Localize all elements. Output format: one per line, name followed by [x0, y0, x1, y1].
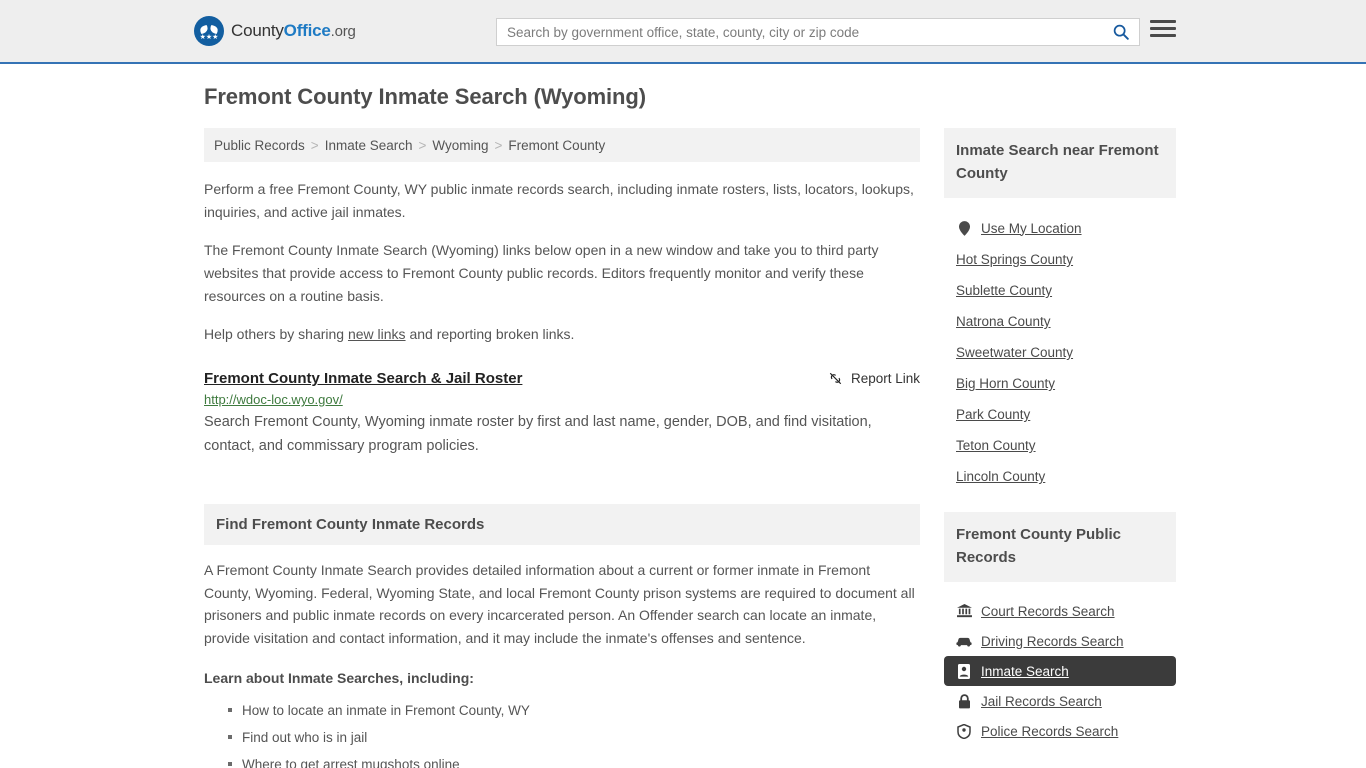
- search-input[interactable]: [497, 19, 1103, 45]
- page-title: Fremont County Inmate Search (Wyoming): [204, 84, 646, 109]
- brand-text: CountyOffice.org: [231, 21, 356, 41]
- report-link-label: Report Link: [850, 371, 920, 387]
- search-button[interactable]: [1103, 19, 1139, 45]
- result-title-link[interactable]: Fremont County Inmate Search & Jail Rost…: [204, 370, 522, 387]
- breadcrumb-separator: >: [494, 137, 503, 153]
- main-column: Public Records > Inmate Search > Wyoming…: [204, 128, 920, 768]
- learn-list: How to locate an inmate in Fremont Count…: [204, 698, 920, 768]
- sidebar-item-hot-springs-county[interactable]: Hot Springs County: [944, 244, 1176, 275]
- intro-paragraph-1: Perform a free Fremont County, WY public…: [204, 181, 914, 220]
- brand-part-county: County: [231, 21, 284, 40]
- intro-paragraph-2: The Fremont County Inmate Search (Wyomin…: [204, 242, 879, 304]
- site-header: ★★★ CountyOffice.org: [0, 0, 1366, 64]
- sidebar-item-label: Sublette County: [956, 283, 1053, 298]
- sidebar-item-label: Jail Records Search: [981, 693, 1102, 709]
- sidebar-nearby-heading: Inmate Search near Fremont County: [944, 128, 1176, 198]
- sidebar-item-sublette-county[interactable]: Sublette County: [944, 275, 1176, 306]
- sidebar-nearby-box: Inmate Search near Fremont County Use My…: [944, 128, 1176, 492]
- hamburger-menu-icon[interactable]: [1150, 20, 1176, 37]
- sidebar-item-label: Sweetwater County: [956, 345, 1074, 360]
- map-pin-icon: [956, 220, 972, 236]
- breadcrumb-item-inmate-search[interactable]: Inmate Search: [325, 138, 413, 153]
- intro-paragraph-3: Help others by sharing new links and rep…: [204, 323, 920, 346]
- list-item: Find out who is in jail: [228, 725, 920, 752]
- sidebar-item-court-records-search[interactable]: Court Records Search: [944, 596, 1176, 626]
- sidebar-item-use-my-location[interactable]: Use My Location: [944, 212, 1176, 244]
- share-text-after: and reporting broken links.: [405, 326, 575, 343]
- sidebar-item-sweetwater-county[interactable]: Sweetwater County: [944, 337, 1176, 368]
- logo-stars: ★★★: [199, 33, 219, 41]
- search-bar: [496, 18, 1140, 46]
- sidebar-item-jail-records-search[interactable]: Jail Records Search: [944, 686, 1176, 716]
- breadcrumb-item-fremont-county[interactable]: Fremont County: [508, 138, 605, 153]
- sidebar-item-label: Teton County: [956, 438, 1036, 453]
- sidebar-item-park-county[interactable]: Park County: [944, 399, 1176, 430]
- car-icon: [956, 633, 972, 649]
- eagle-seal-icon: ★★★: [194, 16, 224, 46]
- page-content: Fremont County Inmate Search (Wyoming) P…: [0, 64, 1366, 768]
- sidebar-public-records-links: Court Records Search Driving Records Sea…: [944, 582, 1176, 746]
- sidebar-item-police-records-search[interactable]: Police Records Search: [944, 716, 1176, 746]
- search-result: Fremont County Inmate Search & Jail Rost…: [204, 370, 920, 458]
- sidebar-item-label: Hot Springs County: [956, 252, 1074, 267]
- id-card-icon: [956, 663, 972, 679]
- sidebar-item-inmate-search[interactable]: Inmate Search: [944, 656, 1176, 686]
- search-icon: [1113, 24, 1129, 40]
- lock-icon: [956, 693, 972, 709]
- police-badge-icon: [956, 723, 972, 739]
- site-logo[interactable]: ★★★ CountyOffice.org: [194, 16, 356, 46]
- breadcrumb-separator: >: [418, 137, 427, 153]
- sidebar-nearby-links: Use My Location Hot Springs County Suble…: [944, 198, 1176, 492]
- section-heading: Find Fremont County Inmate Records: [204, 504, 920, 545]
- result-url[interactable]: http://wdoc-loc.wyo.gov/: [204, 392, 920, 407]
- sidebar-item-teton-county[interactable]: Teton County: [944, 430, 1176, 461]
- sidebar-item-label: Natrona County: [956, 314, 1051, 329]
- sidebar-item-lincoln-county[interactable]: Lincoln County: [944, 461, 1176, 492]
- sidebar-item-driving-records-search[interactable]: Driving Records Search: [944, 626, 1176, 656]
- sidebar-public-records-box: Fremont County Public Records Court Reco…: [944, 512, 1176, 746]
- sidebar-item-label: Big Horn County: [956, 376, 1056, 391]
- sidebar-item-natrona-county[interactable]: Natrona County: [944, 306, 1176, 337]
- report-link-button[interactable]: Report Link: [828, 371, 920, 386]
- brand-part-office: Office: [283, 21, 331, 40]
- section-paragraph: A Fremont County Inmate Search provides …: [204, 562, 915, 647]
- result-description: Search Fremont County, Wyoming inmate ro…: [204, 414, 872, 454]
- sidebar-item-label: Use My Location: [981, 220, 1082, 236]
- sidebar-item-label: Police Records Search: [981, 723, 1119, 739]
- share-text-before: Help others by sharing: [204, 326, 348, 343]
- new-links-link[interactable]: new links: [348, 326, 406, 342]
- sidebar-item-label: Park County: [956, 407, 1031, 422]
- sidebar-item-big-horn-county[interactable]: Big Horn County: [944, 368, 1176, 399]
- sidebar-item-label: Lincoln County: [956, 469, 1046, 484]
- section-body: A Fremont County Inmate Search provides …: [204, 545, 920, 768]
- sidebar-item-label: Inmate Search: [981, 663, 1069, 679]
- list-item: Where to get arrest mugshots online: [228, 752, 920, 768]
- courthouse-icon: [956, 603, 972, 619]
- sidebar: Inmate Search near Fremont County Use My…: [944, 128, 1176, 752]
- section-subheading: Learn about Inmate Searches, including:: [204, 669, 474, 686]
- sidebar-item-label: Court Records Search: [981, 603, 1115, 619]
- sidebar-item-label: Driving Records Search: [981, 633, 1124, 649]
- breadcrumb-item-public-records[interactable]: Public Records: [214, 138, 305, 153]
- breadcrumb: Public Records > Inmate Search > Wyoming…: [204, 128, 920, 162]
- breadcrumb-separator: >: [310, 137, 319, 153]
- brand-part-org: .org: [330, 23, 356, 40]
- broken-link-icon: [829, 372, 842, 385]
- list-item: How to locate an inmate in Fremont Count…: [228, 698, 920, 725]
- breadcrumb-item-wyoming[interactable]: Wyoming: [432, 138, 488, 153]
- sidebar-public-records-heading: Fremont County Public Records: [944, 512, 1176, 582]
